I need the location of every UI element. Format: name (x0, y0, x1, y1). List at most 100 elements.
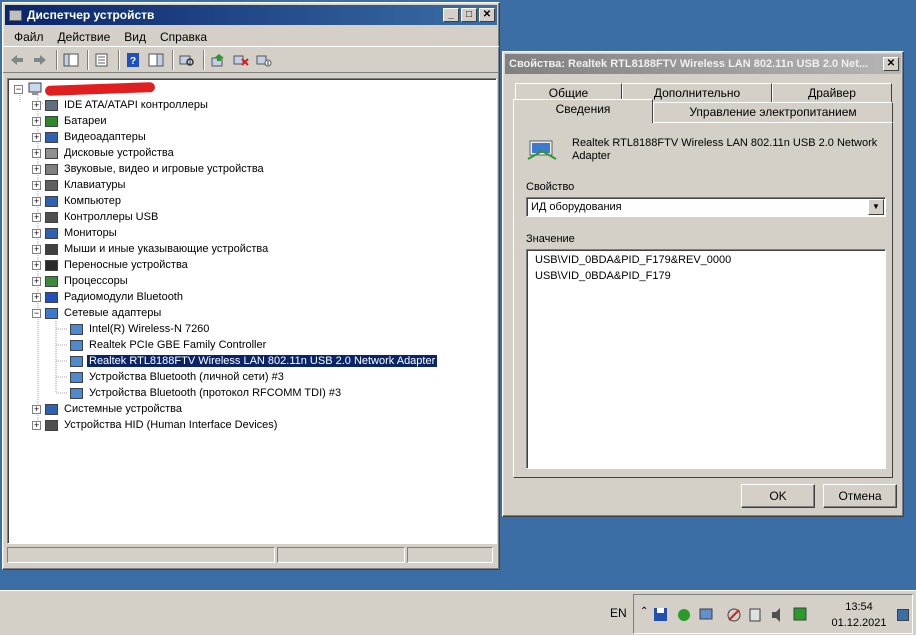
expand-icon[interactable]: + (32, 228, 41, 238)
tree-category[interactable]: + Клавиатуры (32, 177, 127, 193)
network-adapter-icon (70, 339, 83, 351)
expand-icon[interactable]: + (32, 164, 41, 174)
expand-icon[interactable]: + (32, 116, 41, 126)
tree-category[interactable]: + IDE ATA/ATAPI контроллеры (32, 97, 210, 113)
device-category-icon (45, 227, 58, 239)
tree-category-label: Видеоадаптеры (64, 131, 146, 143)
expand-icon[interactable]: + (32, 276, 41, 286)
device-category-icon (45, 291, 58, 303)
close-button[interactable]: ✕ (883, 57, 899, 71)
network-icon (699, 608, 713, 620)
device-category-icon (45, 131, 58, 143)
tree-category[interactable]: + Процессоры (32, 273, 130, 289)
network-adapter-item[interactable]: Realtek RTL8188FTV Wireless LAN 802.11n … (70, 353, 439, 369)
clock-time: 13:54 (845, 601, 873, 613)
tree-category-label: Компьютер (64, 195, 121, 207)
tree-category[interactable]: + Переносные устройства (32, 257, 190, 273)
tree-category-label: Клавиатуры (64, 179, 126, 191)
device-category-icon (45, 99, 58, 111)
tree-category[interactable]: + Мониторы (32, 225, 119, 241)
property-select[interactable]: ИД оборудования ▼ (526, 197, 886, 217)
device-manager-titlebar[interactable]: Диспетчер устройств _ □ ✕ (5, 5, 497, 25)
value-item[interactable]: USB\VID_0BDA&PID_F179&REV_0000 (535, 254, 731, 266)
network-adapter-item[interactable]: Realtek PCIe GBE Family Controller (70, 337, 268, 353)
tree-category[interactable]: + Дисковые устройства (32, 145, 176, 161)
show-hidden-icons-icon[interactable]: ⌃ (640, 606, 648, 617)
scan-hardware-icon[interactable] (177, 50, 197, 70)
computer-icon (27, 82, 42, 96)
status-pane-2 (277, 547, 405, 563)
close-button[interactable]: ✕ (479, 8, 495, 22)
network-adapter-item[interactable]: Intel(R) Wireless-N 7260 (70, 321, 211, 337)
tab-driver[interactable]: Драйвер (772, 83, 892, 103)
status-pane-1 (7, 547, 275, 563)
device-manager-icon (9, 9, 22, 21)
tab-details[interactable]: Сведения (513, 99, 653, 123)
expand-icon[interactable]: + (32, 404, 41, 414)
tree-category[interactable]: + Батареи (32, 113, 109, 129)
tree-category[interactable]: + Системные устройства (32, 401, 184, 417)
tree-category[interactable]: + Звуковые, видео и игровые устройства (32, 161, 266, 177)
menu-help[interactable]: Справка (153, 30, 214, 44)
clock[interactable]: 13:54 01.12.2021 (824, 599, 894, 631)
tree-category[interactable]: + Компьютер (32, 193, 123, 209)
property-select-value: ИД оборудования (531, 201, 622, 213)
tree-category[interactable]: + Устройства HID (Human Interface Devices… (32, 417, 279, 433)
expand-icon[interactable]: + (32, 132, 41, 142)
forward-arrow-icon[interactable] (30, 50, 50, 70)
device-tree[interactable]: − + IDE ATA/ATAPI контроллеры + Батареи + Вид… (7, 78, 497, 544)
collapse-icon[interactable]: − (14, 84, 23, 94)
update-driver-icon[interactable] (208, 50, 228, 70)
expand-icon[interactable]: + (32, 196, 41, 206)
cancel-button[interactable]: Отмена (823, 484, 897, 508)
properties-titlebar[interactable]: Свойства: Realtek RTL8188FTV Wireless LA… (505, 54, 901, 74)
language-indicator[interactable]: EN (610, 606, 627, 620)
tree-category[interactable]: + Контроллеры USB (32, 209, 160, 225)
expand-icon[interactable]: + (32, 100, 41, 110)
value-item[interactable]: USB\VID_0BDA&PID_F179 (535, 270, 671, 282)
properties-sheet-icon[interactable] (92, 50, 112, 70)
tree-category-label: Мониторы (64, 227, 117, 239)
expand-icon[interactable]: + (32, 244, 41, 254)
help-icon[interactable]: ? (123, 50, 143, 70)
console-tree-icon[interactable] (61, 50, 81, 70)
tab-power-management[interactable]: Управление электропитанием (653, 102, 893, 122)
minimize-button[interactable]: _ (443, 8, 459, 22)
tree-category[interactable]: + Видеоадаптеры (32, 129, 148, 145)
chevron-down-icon[interactable]: ▼ (868, 199, 884, 215)
expand-icon[interactable]: + (32, 260, 41, 270)
expand-icon[interactable]: + (32, 212, 41, 222)
tree-category[interactable]: + Мыши и иные указывающие устройства (32, 241, 270, 257)
device-category-icon (45, 195, 58, 207)
device-category-icon (45, 259, 58, 271)
ok-button[interactable]: OK (741, 484, 815, 508)
maximize-button[interactable]: □ (461, 8, 477, 22)
device-category-icon (45, 179, 58, 191)
tree-category[interactable]: − Сетевые адаптеры (32, 305, 163, 321)
tree-category-label: IDE ATA/ATAPI контроллеры (64, 99, 208, 111)
menu-view[interactable]: Вид (117, 30, 153, 44)
action-pane-icon[interactable] (146, 50, 166, 70)
value-label: Значение (526, 233, 575, 245)
value-list[interactable]: USB\VID_0BDA&PID_F179&REV_0000 USB\VID_0… (526, 249, 886, 469)
menu-action[interactable]: Действие (51, 30, 118, 44)
back-arrow-icon[interactable] (7, 50, 27, 70)
disable-device-icon[interactable] (254, 50, 274, 70)
menu-file[interactable]: Файл (7, 30, 51, 44)
security-icon (678, 609, 690, 621)
tree-root[interactable]: − (14, 81, 156, 97)
expand-icon[interactable]: + (32, 420, 41, 430)
uninstall-device-icon[interactable] (231, 50, 251, 70)
clock-date: 01.12.2021 (831, 617, 887, 629)
expand-icon[interactable]: + (32, 148, 41, 158)
network-adapter-label: Устройства Bluetooth (протокол RFCOMM TD… (89, 387, 342, 399)
show-desktop-icon[interactable] (897, 609, 909, 621)
network-adapter-item[interactable]: Устройства Bluetooth (личной сети) #3 (70, 369, 286, 385)
network-adapter-item[interactable]: Устройства Bluetooth (протокол RFCOMM TD… (70, 385, 343, 401)
tree-category[interactable]: + Радиомодули Bluetooth (32, 289, 185, 305)
expand-icon[interactable]: + (32, 292, 41, 302)
network-adapter-icon (526, 133, 558, 168)
network-adapter-icon (70, 355, 83, 367)
expand-icon[interactable]: + (32, 180, 41, 190)
collapse-icon[interactable]: − (32, 308, 41, 318)
